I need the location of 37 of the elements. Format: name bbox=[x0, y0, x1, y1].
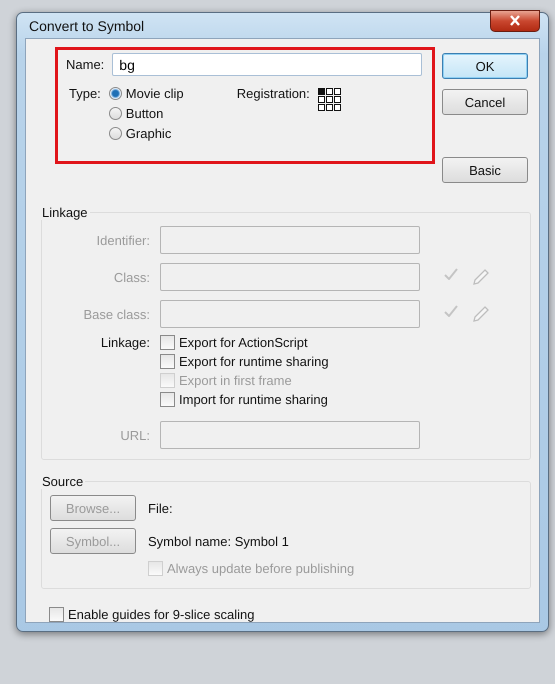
type-label: Type: bbox=[69, 86, 101, 103]
group-title: Linkage bbox=[41, 205, 89, 220]
field-label: Class: bbox=[112, 270, 150, 284]
radio-option[interactable]: Graphic bbox=[108, 126, 229, 141]
registration-point[interactable] bbox=[334, 88, 341, 95]
checkbox[interactable]: Enable guides for 9-slice scaling bbox=[49, 607, 531, 622]
checkbox[interactable]: Export for runtime sharing bbox=[160, 354, 329, 369]
registration-point[interactable] bbox=[334, 104, 341, 111]
checkmark-icon[interactable] bbox=[444, 305, 458, 317]
name-field[interactable]: bg bbox=[112, 53, 422, 76]
registration-point[interactable] bbox=[334, 96, 341, 103]
field-label: Identifier: bbox=[96, 232, 150, 248]
checkbox[interactable]: Import for runtime sharing bbox=[160, 392, 329, 407]
registration-point[interactable] bbox=[326, 96, 333, 103]
registration-point[interactable] bbox=[318, 96, 325, 103]
close-button[interactable] bbox=[490, 10, 540, 32]
close-icon bbox=[509, 15, 521, 26]
dialog-button[interactable]: Cancel bbox=[442, 89, 528, 115]
linkage-label: Linkage: bbox=[100, 335, 150, 350]
dialog-button[interactable]: Basic bbox=[442, 157, 528, 183]
window-title: Convert to Symbol bbox=[28, 18, 144, 34]
registration-point[interactable] bbox=[326, 88, 333, 95]
group-title: Source bbox=[41, 474, 84, 489]
radio-option[interactable]: Movie clip bbox=[108, 86, 229, 101]
registration-label: Registration: bbox=[236, 86, 310, 103]
field-label: URL: bbox=[119, 428, 150, 442]
registration-point[interactable] bbox=[318, 104, 325, 111]
name-label: Name: bbox=[66, 57, 104, 72]
source-info: File: bbox=[148, 500, 173, 516]
dialog-button[interactable]: OK bbox=[442, 53, 528, 79]
checkmark-icon[interactable] bbox=[444, 268, 458, 280]
checkbox[interactable]: Export for ActionScript bbox=[160, 335, 329, 350]
radio-option[interactable]: Button bbox=[108, 106, 229, 121]
registration-point[interactable] bbox=[326, 104, 333, 111]
source-info: Symbol name: Symbol 1 bbox=[148, 534, 289, 548]
field-label: Base class: bbox=[82, 306, 150, 322]
registration-point[interactable] bbox=[318, 88, 325, 95]
